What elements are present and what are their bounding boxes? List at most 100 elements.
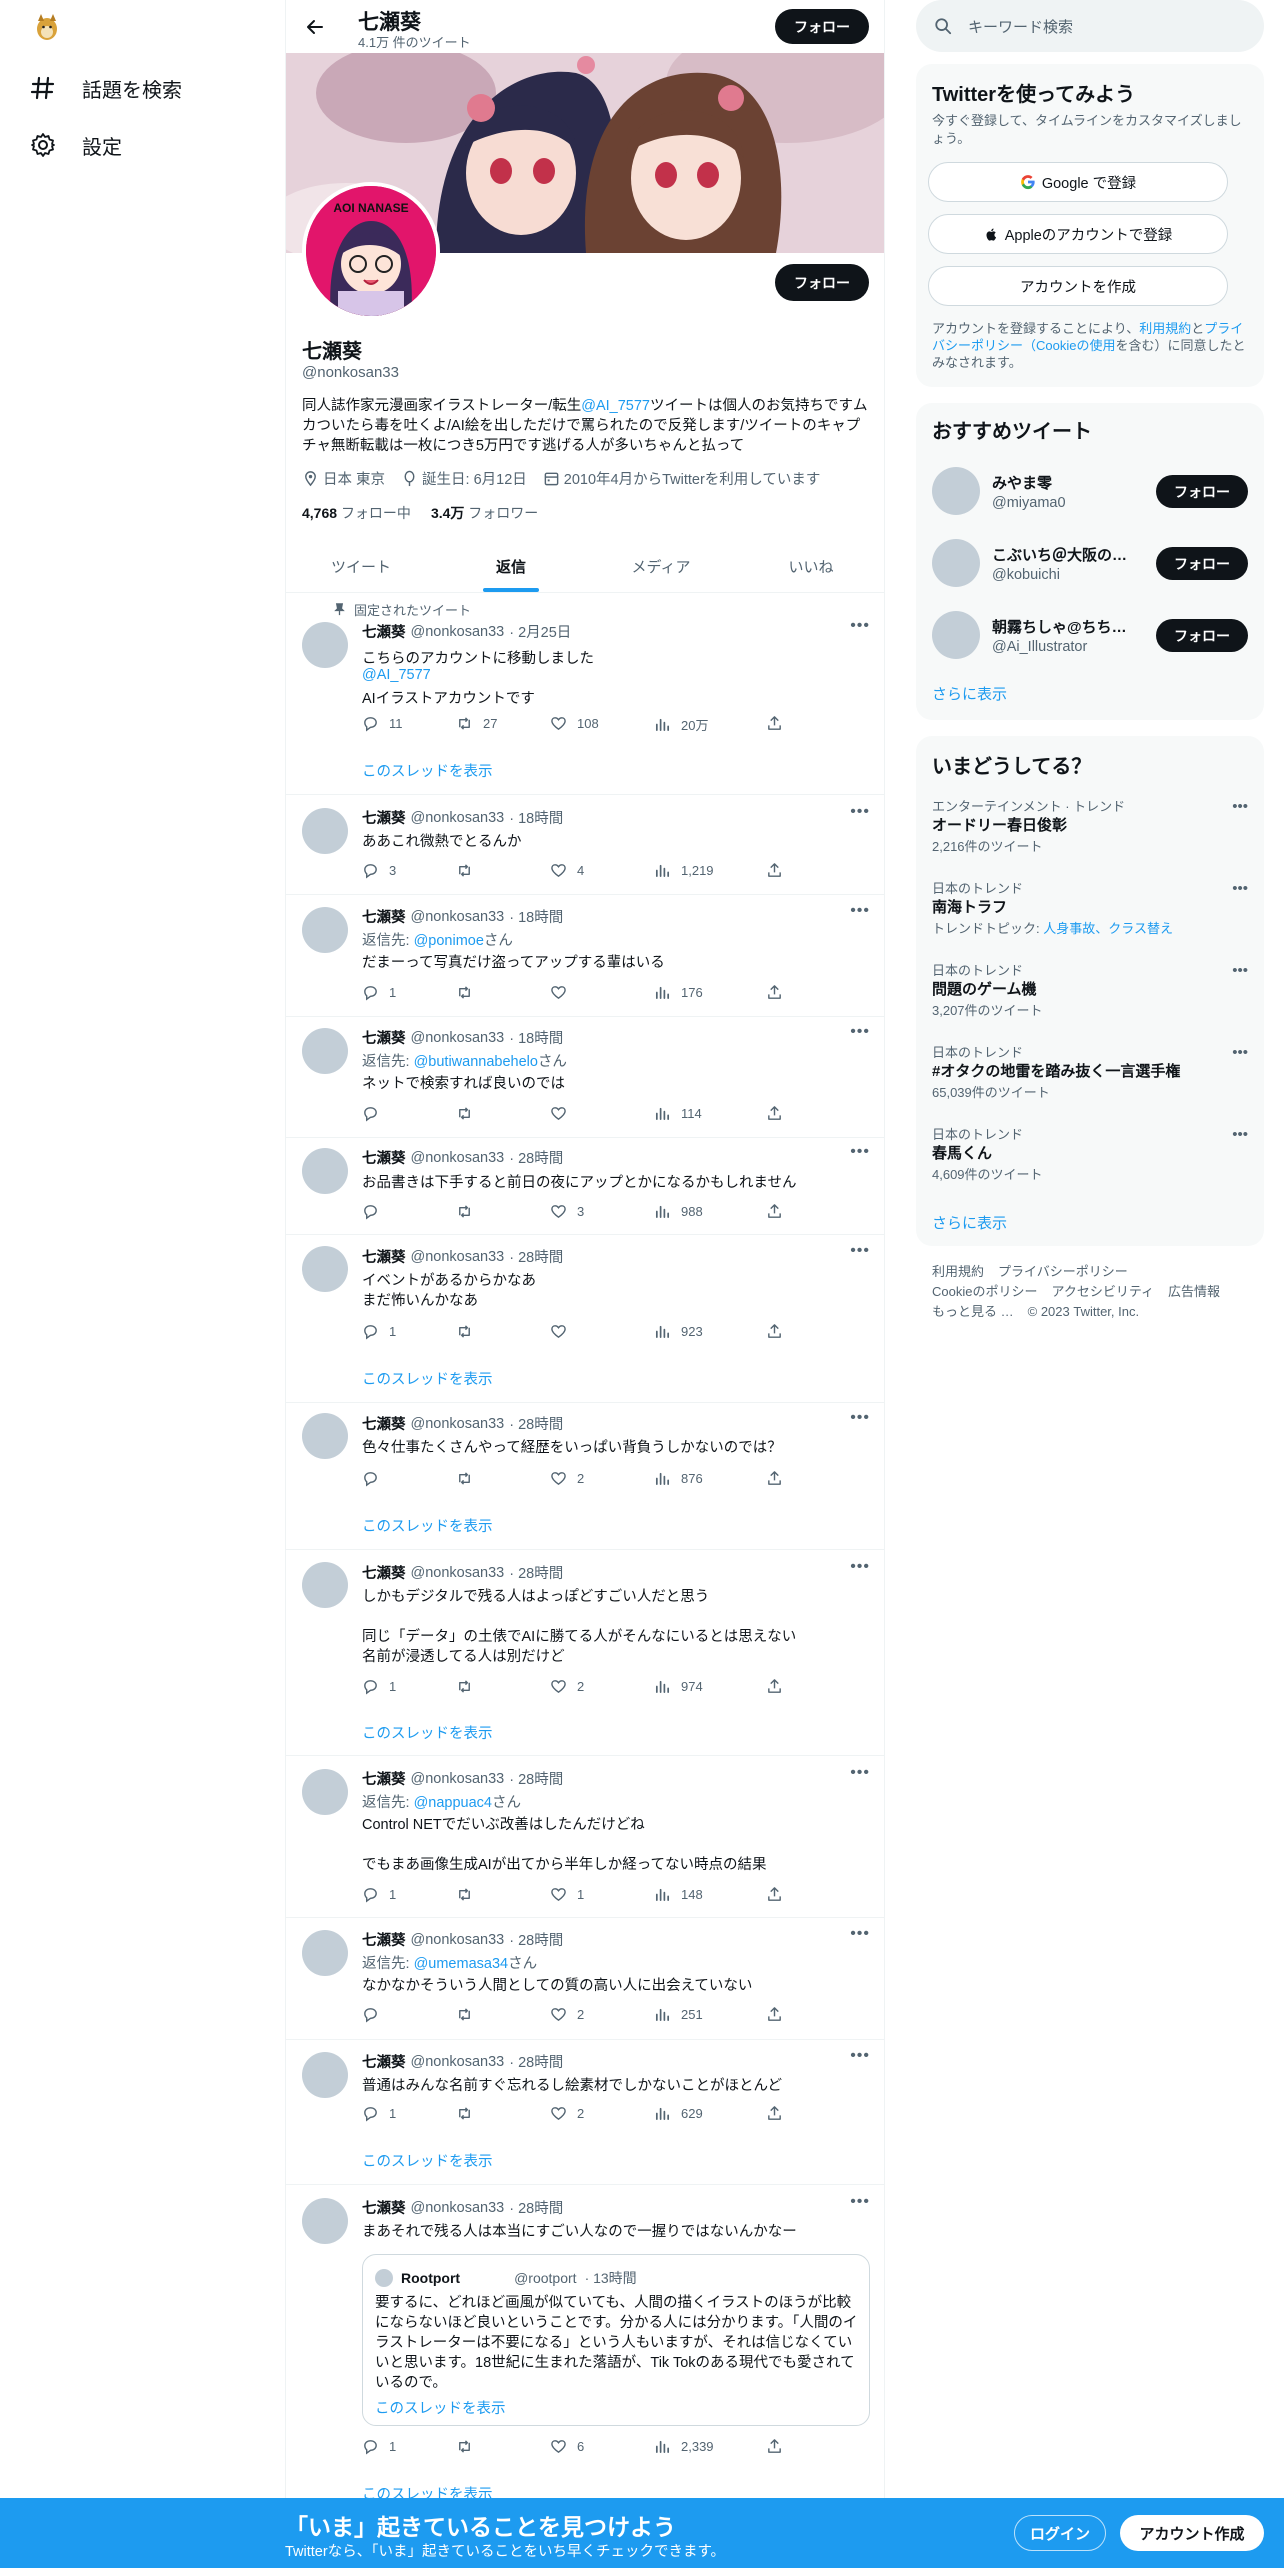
like-button[interactable]: 2 xyxy=(550,1470,584,1487)
tweet-avatar[interactable] xyxy=(302,622,348,668)
tweet-author-handle[interactable]: @nonkosan33 xyxy=(411,1030,505,1046)
tweet-time[interactable]: · 18時間 xyxy=(509,906,563,927)
retweet-button[interactable] xyxy=(456,1470,483,1487)
tweet-author-name[interactable]: 七瀬葵 xyxy=(362,2051,406,2072)
share-button[interactable] xyxy=(766,1886,783,1903)
tweet[interactable]: 七瀬葵 @nonkosan33 · 18時間 ••• 返信先: @ponimoeさん だま… xyxy=(286,895,884,1017)
recommended-follow-button[interactable]: フォロー xyxy=(1156,475,1248,508)
quoted-thread-link[interactable]: このスレッドを表示 xyxy=(375,2397,506,2418)
more-options-icon[interactable]: ••• xyxy=(850,2047,870,2065)
like-button[interactable] xyxy=(550,1105,577,1122)
tweet-author-name[interactable]: 七瀬葵 xyxy=(362,1246,406,1267)
like-button[interactable]: 2 xyxy=(550,2006,584,2023)
like-button[interactable]: 108 xyxy=(550,715,599,732)
footer-ads[interactable]: 広告情報 xyxy=(1168,1284,1220,1299)
tweet-author-handle[interactable]: @nonkosan33 xyxy=(411,1416,505,1432)
views-button[interactable]: 114 xyxy=(654,1105,702,1122)
views-button[interactable]: 629 xyxy=(654,2105,703,2122)
more-options-icon[interactable]: ••• xyxy=(850,1925,870,1943)
avatar[interactable] xyxy=(932,611,980,659)
more-options-icon[interactable]: ••• xyxy=(850,1409,870,1427)
retweet-button[interactable] xyxy=(456,1105,483,1122)
profile-avatar[interactable]: AOI NANASE xyxy=(302,182,440,320)
retweet-button[interactable] xyxy=(456,984,483,1001)
show-thread-link[interactable]: このスレッドを表示 xyxy=(362,760,493,781)
tweet[interactable]: 七瀬葵 @nonkosan33 · 2月25日 ••• こちらのアカウントに移動しました… xyxy=(286,617,884,795)
tweet[interactable]: 七瀬葵 @nonkosan33 · 28時間 ••• イベントがあるからかなあ まだ怖いん… xyxy=(286,1235,884,1403)
like-button[interactable] xyxy=(550,1323,577,1340)
tweet-time[interactable]: · 28時間 xyxy=(509,1413,563,1434)
followers-link[interactable]: 3.4万 フォロワー xyxy=(431,503,538,523)
more-options-icon[interactable]: ••• xyxy=(850,1558,870,1576)
tweet-author-name[interactable]: 七瀬葵 xyxy=(362,807,406,828)
more-options-icon[interactable]: ••• xyxy=(850,902,870,920)
reply-button[interactable] xyxy=(362,1105,389,1122)
share-button[interactable] xyxy=(766,1105,783,1122)
nav-explore[interactable]: 話題を検索 xyxy=(30,68,182,108)
tweet-avatar[interactable] xyxy=(302,1246,348,1292)
recommended-user[interactable]: みやま零 @miyama0 フォロー xyxy=(916,455,1264,527)
tweet-avatar[interactable] xyxy=(302,1769,348,1815)
tweet[interactable]: 七瀬葵 @nonkosan33 · 28時間 ••• 返信先: @umemasa34さん… xyxy=(286,1918,884,2040)
reply-button[interactable] xyxy=(362,1203,389,1220)
tweet-author-name[interactable]: 七瀬葵 xyxy=(362,1413,406,1434)
reply-button[interactable]: 1 xyxy=(362,2105,396,2122)
tweet-author-name[interactable]: 七瀬葵 xyxy=(362,1027,406,1048)
views-button[interactable]: 988 xyxy=(654,1203,703,1220)
tweet-time[interactable]: · 2月25日 xyxy=(509,621,571,642)
tweet-time[interactable]: · 28時間 xyxy=(509,1246,563,1267)
tweet-author-handle[interactable]: @nonkosan33 xyxy=(411,1771,505,1787)
footer-accessibility[interactable]: アクセシビリティ xyxy=(1051,1284,1154,1299)
share-button[interactable] xyxy=(766,1203,783,1220)
tweet-author-handle[interactable]: @nonkosan33 xyxy=(411,2054,505,2070)
site-logo[interactable] xyxy=(32,12,62,42)
more-options-icon[interactable]: ••• xyxy=(1232,880,1248,897)
apple-signup-button[interactable]: Appleのアカウントで登録 xyxy=(928,214,1228,254)
tweet-author-handle[interactable]: @nonkosan33 xyxy=(411,1932,505,1948)
tweet-time[interactable]: · 28時間 xyxy=(509,1562,563,1583)
tweet-author-name[interactable]: 七瀬葵 xyxy=(362,1562,406,1583)
tweet-time[interactable]: · 18時間 xyxy=(509,807,563,828)
tweet-time[interactable]: · 28時間 xyxy=(509,1147,563,1168)
retweet-button[interactable] xyxy=(456,1886,483,1903)
recommended-follow-button[interactable]: フォロー xyxy=(1156,547,1248,580)
signup-button[interactable]: アカウント作成 xyxy=(1120,2515,1264,2551)
reply-button[interactable]: 3 xyxy=(362,862,396,879)
share-button[interactable] xyxy=(766,1470,783,1487)
like-button[interactable]: 2 xyxy=(550,2105,584,2122)
more-options-icon[interactable]: ••• xyxy=(850,1242,870,1260)
tweet-time[interactable]: · 28時間 xyxy=(509,2197,563,2218)
trend-item[interactable]: 日本のトレンド 問題のゲーム機 3,207件のツイート ••• xyxy=(916,960,1264,1040)
views-button[interactable]: 1,219 xyxy=(654,862,714,879)
tab-tweets[interactable]: ツイート xyxy=(286,540,436,592)
reply-to-mention[interactable]: @butiwannabehelo xyxy=(414,1054,538,1070)
following-link[interactable]: 4,768 フォロー中 xyxy=(302,503,411,523)
tweet-avatar[interactable] xyxy=(302,1413,348,1459)
retweet-button[interactable] xyxy=(456,862,483,879)
trends-more-link[interactable]: さらに表示 xyxy=(932,1212,1007,1233)
footer-more[interactable]: もっと見る … xyxy=(932,1304,1014,1319)
share-button[interactable] xyxy=(766,715,783,732)
tweet[interactable]: 七瀬葵 @nonkosan33 · 18時間 ••• 返信先: @butiwannabe… xyxy=(286,1017,884,1138)
like-button[interactable]: 2 xyxy=(550,1678,584,1695)
views-button[interactable]: 876 xyxy=(654,1470,703,1487)
share-button[interactable] xyxy=(766,2006,783,2023)
reply-button[interactable]: 1 xyxy=(362,1678,396,1695)
more-options-icon[interactable]: ••• xyxy=(1232,798,1248,815)
reply-button[interactable]: 1 xyxy=(362,2438,396,2455)
views-button[interactable]: 20万 xyxy=(654,715,708,734)
recommended-user[interactable]: こぶいち＠大阪のど… @kobuichi フォロー xyxy=(916,527,1264,599)
views-button[interactable]: 251 xyxy=(654,2006,703,2023)
like-button[interactable]: 1 xyxy=(550,1886,584,1903)
more-options-icon[interactable]: ••• xyxy=(1232,1044,1248,1061)
recommended-user-name[interactable]: こぶいち＠大阪のど… xyxy=(992,544,1140,565)
like-button[interactable]: 3 xyxy=(550,1203,584,1220)
tweet[interactable]: 七瀬葵 @nonkosan33 · 28時間 ••• 普通はみんな名前すぐ忘れるし絵素材… xyxy=(286,2040,884,2185)
header-follow-button[interactable]: フォロー xyxy=(775,9,869,44)
like-button[interactable] xyxy=(550,984,577,1001)
retweet-button[interactable]: 27 xyxy=(456,715,497,732)
more-options-icon[interactable]: ••• xyxy=(1232,1126,1248,1143)
tweet-author-handle[interactable]: @nonkosan33 xyxy=(411,1565,505,1581)
retweet-button[interactable] xyxy=(456,1323,483,1340)
tweet-author-handle[interactable]: @nonkosan33 xyxy=(411,624,505,640)
